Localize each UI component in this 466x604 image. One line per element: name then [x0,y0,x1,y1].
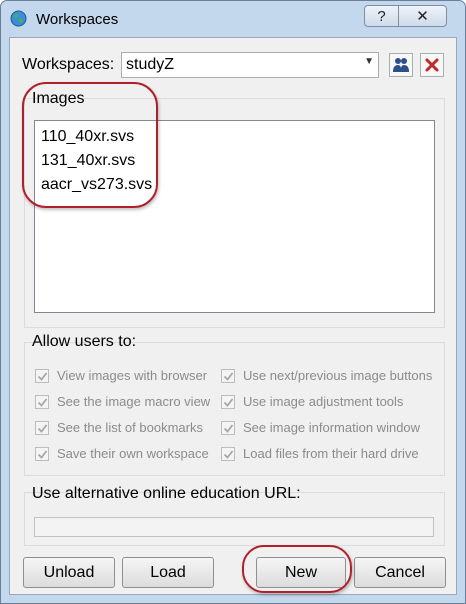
checkbox-bookmarks[interactable]: See the list of bookmarks [35,420,203,435]
checkbox-label: See the list of bookmarks [57,420,203,435]
checkbox[interactable] [221,394,235,409]
check-icon [37,423,48,433]
education-group-title: Use alternative online education URL: [32,485,301,502]
close-button[interactable]: ✕ [398,5,447,27]
checkbox-label: Use image adjustment tools [243,394,404,409]
list-item[interactable]: 131_40xr.svs [35,149,434,173]
unload-button[interactable]: Unload [23,557,115,588]
checkbox-label: See the image macro view [57,394,211,409]
checkbox[interactable] [35,446,49,461]
checkbox[interactable] [221,446,235,461]
checkbox[interactable] [35,368,49,383]
education-url-input[interactable] [34,517,434,537]
list-item[interactable]: 110_40xr.svs [35,125,434,149]
images-group-title: Images [32,90,85,107]
dialog-body: Workspaces: studyZ ▼ Images 110_40xr.svs… [9,37,457,595]
images-list[interactable]: 110_40xr.svs 131_40xr.svs aacr_vs273.svs [34,120,435,313]
window-title: Workspaces [36,11,119,28]
check-icon [223,449,234,459]
checkbox-label: See image information window [243,420,421,435]
checkbox[interactable] [35,420,49,435]
checkbox-next-previous[interactable]: Use next/previous image buttons [221,368,432,383]
users-icon [393,58,409,72]
check-icon [223,397,234,407]
check-icon [223,371,234,381]
load-button[interactable]: Load [122,557,214,588]
workspaces-label: Workspaces: [22,56,115,73]
checkbox-view-images[interactable]: View images with browser [35,368,207,383]
checkbox-adjustment-tools[interactable]: Use image adjustment tools [221,394,403,409]
checkbox-load-files[interactable]: Load files from their hard drive [221,446,419,461]
title-bar[interactable]: Workspaces ? ✕ [1,1,465,37]
check-icon [37,397,48,407]
help-button[interactable]: ? [364,5,399,27]
check-icon [37,371,48,381]
list-item[interactable]: aacr_vs273.svs [35,173,434,197]
delete-icon [425,58,439,72]
checkbox[interactable] [35,394,49,409]
workspaces-window: Workspaces ? ✕ Workspaces: studyZ ▼ Imag… [0,0,466,604]
new-button[interactable]: New [256,557,346,588]
users-button[interactable] [389,53,413,77]
check-icon [37,449,48,459]
checkbox[interactable] [221,420,235,435]
workspace-select-value: studyZ [126,56,175,73]
checkbox-label: View images with browser [57,368,208,383]
permissions-group-title: Allow users to: [32,333,137,350]
checkbox-information-window[interactable]: See image information window [221,420,420,435]
cancel-button[interactable]: Cancel [354,557,446,588]
checkbox-label: Save their own workspace [57,446,209,461]
checkbox-label: Load files from their hard drive [243,446,419,461]
check-icon [223,423,234,433]
workspace-select[interactable]: studyZ ▼ [121,52,379,78]
checkbox-macro-view[interactable]: See the image macro view [35,394,210,409]
chevron-down-icon[interactable]: ▼ [364,56,374,67]
globe-icon [10,10,27,27]
checkbox[interactable] [221,368,235,383]
checkbox-save-workspace[interactable]: Save their own workspace [35,446,209,461]
delete-workspace-button[interactable] [420,53,444,77]
checkbox-label: Use next/previous image buttons [243,368,433,383]
